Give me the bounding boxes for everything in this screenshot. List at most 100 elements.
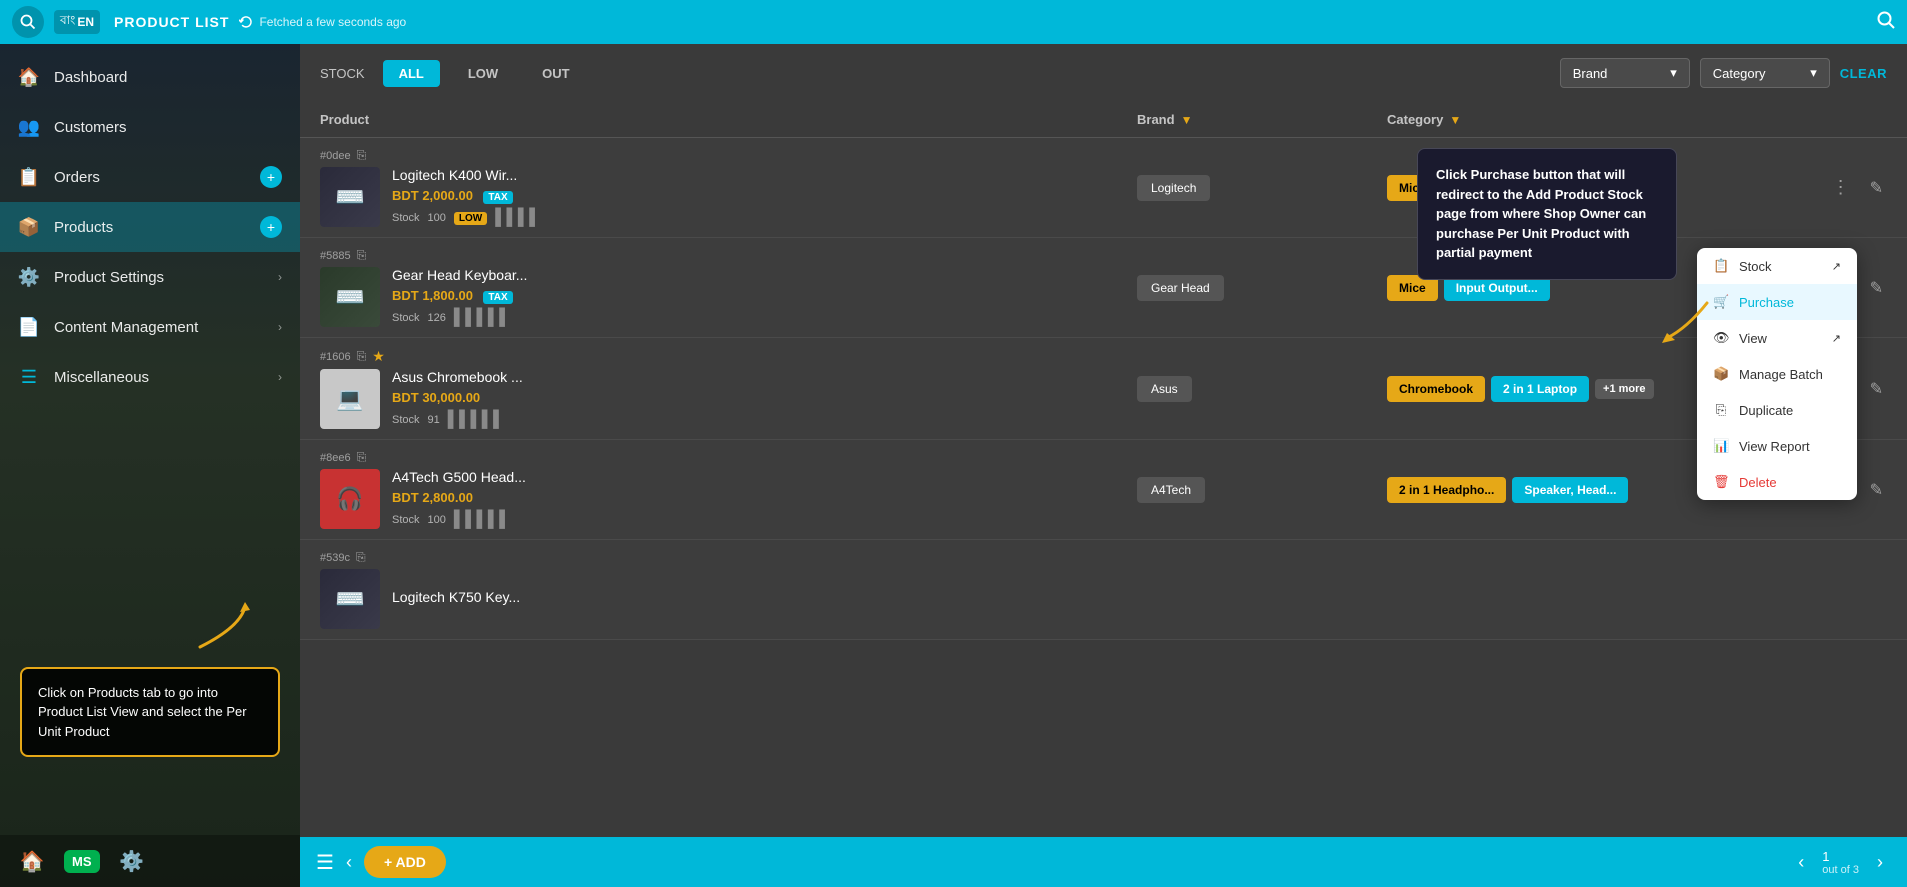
ctx-view-label: View	[1739, 331, 1767, 346]
sidebar-bottom-bar: 🏠 MS ⚙️	[0, 835, 300, 887]
copy-icon-4[interactable]: ⎘	[357, 450, 367, 465]
sidebar-item-label-misc: Miscellaneous	[54, 369, 149, 386]
product-image-2: ⌨️	[320, 267, 380, 327]
col-brand: Brand ▼	[1137, 112, 1387, 127]
cat-tag-4b[interactable]: Speaker, Head...	[1512, 477, 1628, 503]
stock-label-2: Stock	[392, 312, 420, 324]
stock-label-1: Stock	[392, 212, 420, 224]
ctx-purchase-label: Purchase	[1739, 295, 1794, 310]
product-image-3: 💻	[320, 369, 380, 429]
category-dropdown[interactable]: Category ▾	[1700, 58, 1830, 88]
sidebar-item-dashboard[interactable]: 🏠 Dashboard	[0, 52, 300, 102]
copy-icon-3[interactable]: ⎘	[357, 349, 367, 364]
page-prev-button[interactable]: ‹	[1790, 848, 1812, 877]
product-price-2: BDT 1,800.00	[392, 288, 473, 303]
row-edit-button-2[interactable]: ✎	[1866, 274, 1887, 302]
product-image-1: ⌨️	[320, 167, 380, 227]
content-area: STOCK ALL LOW OUT Brand ▾ Category ▾ CLE…	[300, 44, 1907, 887]
sidebar-item-miscellaneous[interactable]: ☰ Miscellaneous ›	[0, 352, 300, 402]
cat-tag-3a[interactable]: Chromebook	[1387, 376, 1485, 402]
dashboard-icon: 🏠	[18, 66, 40, 88]
filter-bar: STOCK ALL LOW OUT Brand ▾ Category ▾ CLE…	[300, 44, 1907, 102]
sidebar-item-customers[interactable]: 👥 Customers	[0, 102, 300, 152]
row-edit-button-4[interactable]: ✎	[1866, 476, 1887, 504]
ctx-view[interactable]: 👁 View ↗	[1697, 320, 1857, 356]
ctx-stock[interactable]: 📋 Stock ↗	[1697, 248, 1857, 284]
product-id-1: #0dee	[320, 150, 351, 162]
product-price-4: BDT 2,800.00	[392, 490, 473, 505]
cat-tag-3-more[interactable]: +1 more	[1595, 379, 1654, 399]
ctx-delete[interactable]: 🗑 Delete	[1697, 464, 1857, 500]
ctx-manage-batch-label: Manage Batch	[1739, 367, 1823, 382]
external-link-icon: ↗	[1832, 260, 1841, 273]
filter-low-button[interactable]: LOW	[452, 60, 514, 87]
lang-prefix: বাং	[60, 12, 75, 32]
view-report-icon: 📊	[1713, 438, 1729, 454]
search-button-right[interactable]	[1877, 11, 1895, 34]
page-total: out of 3	[1822, 864, 1859, 876]
category-filter-icon[interactable]: ▼	[1449, 113, 1461, 127]
sidebar: 🏠 Dashboard 👥 Customers 📋 Orders + 📦	[0, 44, 300, 887]
product-name-4: A4Tech G500 Head...	[392, 469, 526, 485]
row-edit-button-1[interactable]: ✎	[1866, 174, 1887, 202]
brand-tag-3[interactable]: Asus	[1137, 376, 1192, 402]
back-button[interactable]: ‹	[346, 852, 352, 873]
brand-tag-2[interactable]: Gear Head	[1137, 275, 1224, 301]
cat-tag-4a[interactable]: 2 in 1 Headpho...	[1387, 477, 1506, 503]
copy-icon-1[interactable]: ⎘	[357, 148, 367, 163]
stock-badge-1: LOW	[454, 212, 487, 225]
page-current: 1	[1822, 849, 1859, 864]
cat-tag-3b[interactable]: 2 in 1 Laptop	[1491, 376, 1589, 402]
page-next-button[interactable]: ›	[1869, 848, 1891, 877]
product-id-3: #1606	[320, 351, 351, 363]
add-order-button[interactable]: +	[260, 166, 282, 188]
stock-value-2: 126	[428, 312, 446, 324]
add-button[interactable]: + ADD	[364, 846, 446, 878]
table-row: #1606 ⎘ ★ 💻 Asus Chromebook ... BDT 30,0…	[300, 338, 1907, 440]
product-name-1: Logitech K400 Wir...	[392, 167, 541, 183]
home-bottom-icon[interactable]: 🏠	[18, 847, 46, 875]
product-settings-icon: ⚙️	[18, 266, 40, 288]
sidebar-item-product-settings[interactable]: ⚙️ Product Settings ›	[0, 252, 300, 302]
sidebar-item-content-management[interactable]: 📄 Content Management ›	[0, 302, 300, 352]
copy-icon-2[interactable]: ⎘	[357, 248, 367, 263]
row-actions-dots-1[interactable]: ⋮	[1824, 173, 1858, 202]
duplicate-icon: ⎘	[1713, 402, 1729, 418]
ctx-purchase[interactable]: 🛒 Purchase	[1697, 284, 1857, 320]
search-button-left[interactable]	[12, 6, 44, 38]
sidebar-item-orders[interactable]: 📋 Orders +	[0, 152, 300, 202]
add-product-button[interactable]: +	[260, 216, 282, 238]
row-edit-button-3[interactable]: ✎	[1866, 375, 1887, 403]
misc-icon: ☰	[18, 366, 40, 388]
star-icon-3[interactable]: ★	[372, 348, 385, 365]
brand-dropdown-chevron: ▾	[1670, 65, 1677, 81]
copy-icon-5[interactable]: ⎘	[356, 550, 366, 565]
ms-button[interactable]: MS	[64, 850, 100, 873]
settings-bottom-icon[interactable]: ⚙️	[118, 847, 146, 875]
product-name-5: Logitech K750 Key...	[392, 589, 520, 605]
sidebar-item-label-dashboard: Dashboard	[54, 69, 127, 86]
ctx-manage-batch[interactable]: 📦 Manage Batch	[1697, 356, 1857, 392]
brand-dropdown[interactable]: Brand ▾	[1560, 58, 1690, 88]
hamburger-menu-button[interactable]: ☰	[316, 850, 334, 875]
sidebar-item-label-product-settings: Product Settings	[54, 269, 164, 286]
product-price-1: BDT 2,000.00	[392, 188, 473, 203]
refresh-label: Fetched a few seconds ago	[259, 15, 406, 29]
brand-filter-icon[interactable]: ▼	[1181, 113, 1193, 127]
brand-tag-4[interactable]: A4Tech	[1137, 477, 1205, 503]
lang-code: EN	[77, 15, 94, 29]
filter-all-button[interactable]: ALL	[383, 60, 440, 87]
tax-badge-1: TAX	[483, 191, 512, 204]
barcode-icon-2: ▌▌▌▌▌	[454, 309, 511, 327]
customers-icon: 👥	[18, 116, 40, 138]
sidebar-item-products[interactable]: 📦 Products +	[0, 202, 300, 252]
brand-tag-1[interactable]: Logitech	[1137, 175, 1210, 201]
ctx-view-report[interactable]: 📊 View Report	[1697, 428, 1857, 464]
chevron-right-icon: ›	[278, 270, 282, 284]
language-selector[interactable]: বাং EN	[54, 10, 100, 34]
ctx-duplicate[interactable]: ⎘ Duplicate	[1697, 392, 1857, 428]
filter-out-button[interactable]: OUT	[526, 60, 585, 87]
sidebar-item-label-content: Content Management	[54, 319, 198, 336]
stock-value-1: 100	[428, 212, 446, 224]
clear-button[interactable]: CLEAR	[1840, 66, 1887, 81]
